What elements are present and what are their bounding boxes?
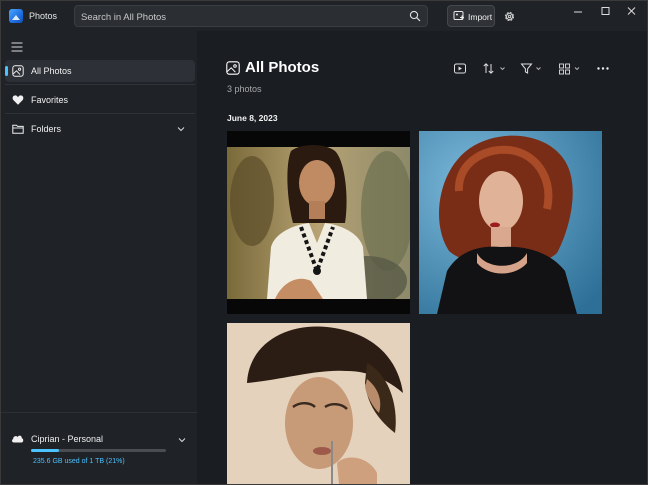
storage-usage-bar [31,449,166,452]
title-bar: Photos Import [1,1,647,31]
photos-window: Photos Import [0,0,648,485]
sidebar-item-label: Folders [31,124,62,134]
date-group-heading: June 8, 2023 [227,113,278,123]
photo-thumbnail[interactable] [419,131,602,314]
more-options-button[interactable] [596,61,610,77]
view-options-button[interactable] [558,61,584,77]
slideshow-play-icon [454,63,466,74]
cloud-icon [12,435,24,443]
sidebar-item-label: All Photos [31,66,72,76]
close-icon[interactable] [617,1,647,25]
photo-count: 3 photos [227,84,262,94]
sidebar-item-all-photos[interactable]: All Photos [5,60,195,82]
more-dots-icon [597,67,609,70]
photo-woman-white-blouse [227,131,410,314]
app-title: Photos [29,11,58,21]
photo-woman-red-hair [419,131,602,314]
sidebar-item-favorites[interactable]: Favorites [5,89,195,111]
sort-arrows-icon [483,63,505,74]
selection-indicator [5,66,8,76]
import-icon [453,11,464,20]
import-label: Import [468,12,493,22]
photo-woman-sepia-portrait [227,323,410,484]
sidebar-divider [5,113,195,114]
folder-icon [12,124,24,134]
search-icon[interactable] [409,10,421,22]
sidebar-item-label: Favorites [31,95,69,105]
slideshow-button[interactable] [453,61,467,77]
storage-usage-text: 235.6 GB used of 1 TB (21%) [33,458,125,465]
sidebar-divider [5,84,195,85]
sidebar: All Photos Favorites Folders Ciprian - P… [1,31,197,484]
sort-button[interactable] [482,61,508,77]
grid-view-icon [559,63,580,75]
search-input[interactable] [81,10,391,24]
minimize-icon[interactable] [563,1,593,25]
storage-usage-fill [31,449,60,452]
search-box[interactable] [74,5,428,27]
gallery-icon [226,61,240,75]
gallery-icon [12,65,24,77]
account-storage-panel[interactable]: Ciprian - Personal 235.6 GB used of 1 TB… [1,427,197,477]
import-button[interactable]: Import [447,5,495,27]
photos-app-icon [9,9,23,23]
sidebar-item-folders[interactable]: Folders [5,118,195,140]
photo-thumbnail[interactable] [227,323,410,484]
filter-button[interactable] [520,61,546,77]
photo-thumbnail[interactable] [227,131,410,314]
sidebar-bottom-divider [1,412,197,413]
chevron-down-icon[interactable] [178,436,186,444]
filter-funnel-icon [520,63,541,74]
page-title: All Photos [245,59,320,76]
settings-gear-icon[interactable] [503,10,516,23]
heart-icon [12,95,24,105]
main-content: All Photos 3 photos June 8, 2023 [197,31,647,484]
chevron-down-icon[interactable] [177,125,185,133]
hamburger-menu-icon[interactable] [11,42,23,52]
account-name: Ciprian - Personal [31,434,104,444]
